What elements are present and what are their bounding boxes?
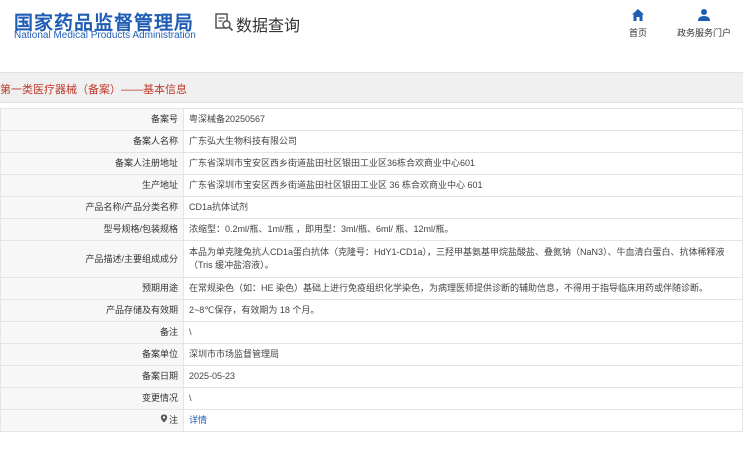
field-value: CD1a抗体试剂: [183, 196, 743, 219]
field-label: 备案号: [0, 108, 184, 131]
field-value: 广东省深圳市宝安区西乡街道盐田社区银田工业区 36 栋合欢商业中心 601: [183, 174, 743, 197]
field-value: 在常规染色（如：HE 染色）基础上进行免疫组织化学染色，为病理医师提供诊断的辅助…: [183, 277, 743, 300]
record-detail-table: 备案号 粤深械备20250567 备案人名称 广东弘大生物科技有限公司 备案人注…: [0, 108, 743, 432]
table-row: 备案人注册地址 广东省深圳市宝安区西乡街道盐田社区银田工业区36栋合欢商业中心6…: [0, 152, 743, 175]
field-value: 浓缩型：0.2ml/瓶、1ml/瓶 ，即用型：3ml/瓶、6ml/ 瓶、12ml…: [183, 218, 743, 241]
field-label: 预期用途: [0, 277, 184, 300]
table-row: 备案单位 深圳市市场监督管理局: [0, 343, 743, 366]
table-row: 产品描述/主要组成成分 本品为单克隆兔抗人CD1a蛋白抗体（克隆号：HdY1-C…: [0, 240, 743, 278]
field-value: 本品为单克隆兔抗人CD1a蛋白抗体（克隆号：HdY1-CD1a），三羟甲基氨基甲…: [183, 240, 743, 278]
field-value: \: [183, 321, 743, 344]
section-header: 第一类医疗器械（备案）——基本信息: [0, 72, 743, 103]
details-link[interactable]: 详情: [189, 415, 207, 425]
table-row: 预期用途 在常规染色（如：HE 染色）基础上进行免疫组织化学染色，为病理医师提供…: [0, 277, 743, 300]
site-header: 国家药品监督管理局 National Medical Products Admi…: [0, 0, 743, 64]
field-label: 产品存储及有效期: [0, 299, 184, 322]
table-row: 注 详情: [0, 409, 743, 432]
field-label: 备注: [0, 321, 184, 344]
site-logo-subtitle: National Medical Products Administration: [14, 30, 196, 41]
field-value: 深圳市市场监督管理局: [183, 343, 743, 366]
nav-home-label: 首页: [628, 28, 647, 38]
field-value: 粤深械备20250567: [183, 108, 743, 131]
table-row: 备案号 粤深械备20250567: [0, 108, 743, 131]
field-value: \: [183, 387, 743, 410]
user-icon: [698, 9, 710, 21]
table-row: 产品存储及有效期 2~8℃保存，有效期为 18 个月。: [0, 299, 743, 322]
field-value: 广东弘大生物科技有限公司: [183, 130, 743, 153]
nav-gov-portal-label: 政务服务门户: [676, 28, 731, 38]
section-title: 第一类医疗器械（备案）——基本信息: [0, 84, 187, 96]
data-query-title: 数据查询: [236, 18, 301, 35]
table-row: 备注 \: [0, 321, 743, 344]
field-label: 产品名称/产品分类名称: [0, 196, 184, 219]
field-label: 备案单位: [0, 343, 184, 366]
nav-gov-portal[interactable]: 政务服务门户: [669, 8, 739, 39]
field-label: 生产地址: [0, 174, 184, 197]
table-row: 备案人名称 广东弘大生物科技有限公司: [0, 130, 743, 153]
field-label: 备案人名称: [0, 130, 184, 153]
field-label: 备案人注册地址: [0, 152, 184, 175]
table-row: 备案日期 2025-05-23: [0, 365, 743, 388]
table-row: 型号规格/包装规格 浓缩型：0.2ml/瓶、1ml/瓶 ，即用型：3ml/瓶、6…: [0, 218, 743, 241]
field-value: 2~8℃保存，有效期为 18 个月。: [183, 299, 743, 322]
field-label: 变更情况: [0, 387, 184, 410]
field-label: 型号规格/包装规格: [0, 218, 184, 241]
note-label-cell: 注: [0, 409, 184, 432]
field-value: 2025-05-23: [183, 365, 743, 388]
home-icon: [632, 9, 644, 21]
location-pin-icon: [160, 414, 168, 423]
data-query-icon: [215, 13, 234, 32]
table-row: 变更情况 \: [0, 387, 743, 410]
note-label: 注: [168, 415, 178, 425]
table-row: 生产地址 广东省深圳市宝安区西乡街道盐田社区银田工业区 36 栋合欢商业中心 6…: [0, 174, 743, 197]
field-label: 备案日期: [0, 365, 184, 388]
note-value-cell: 详情: [183, 409, 743, 432]
table-row: 产品名称/产品分类名称 CD1a抗体试剂: [0, 196, 743, 219]
record-detail-body: 备案号 粤深械备20250567 备案人名称 广东弘大生物科技有限公司 备案人注…: [0, 108, 743, 432]
field-value: 广东省深圳市宝安区西乡街道盐田社区银田工业区36栋合欢商业中心601: [183, 152, 743, 175]
nav-home[interactable]: 首页: [603, 8, 673, 39]
field-label: 产品描述/主要组成成分: [0, 240, 184, 278]
